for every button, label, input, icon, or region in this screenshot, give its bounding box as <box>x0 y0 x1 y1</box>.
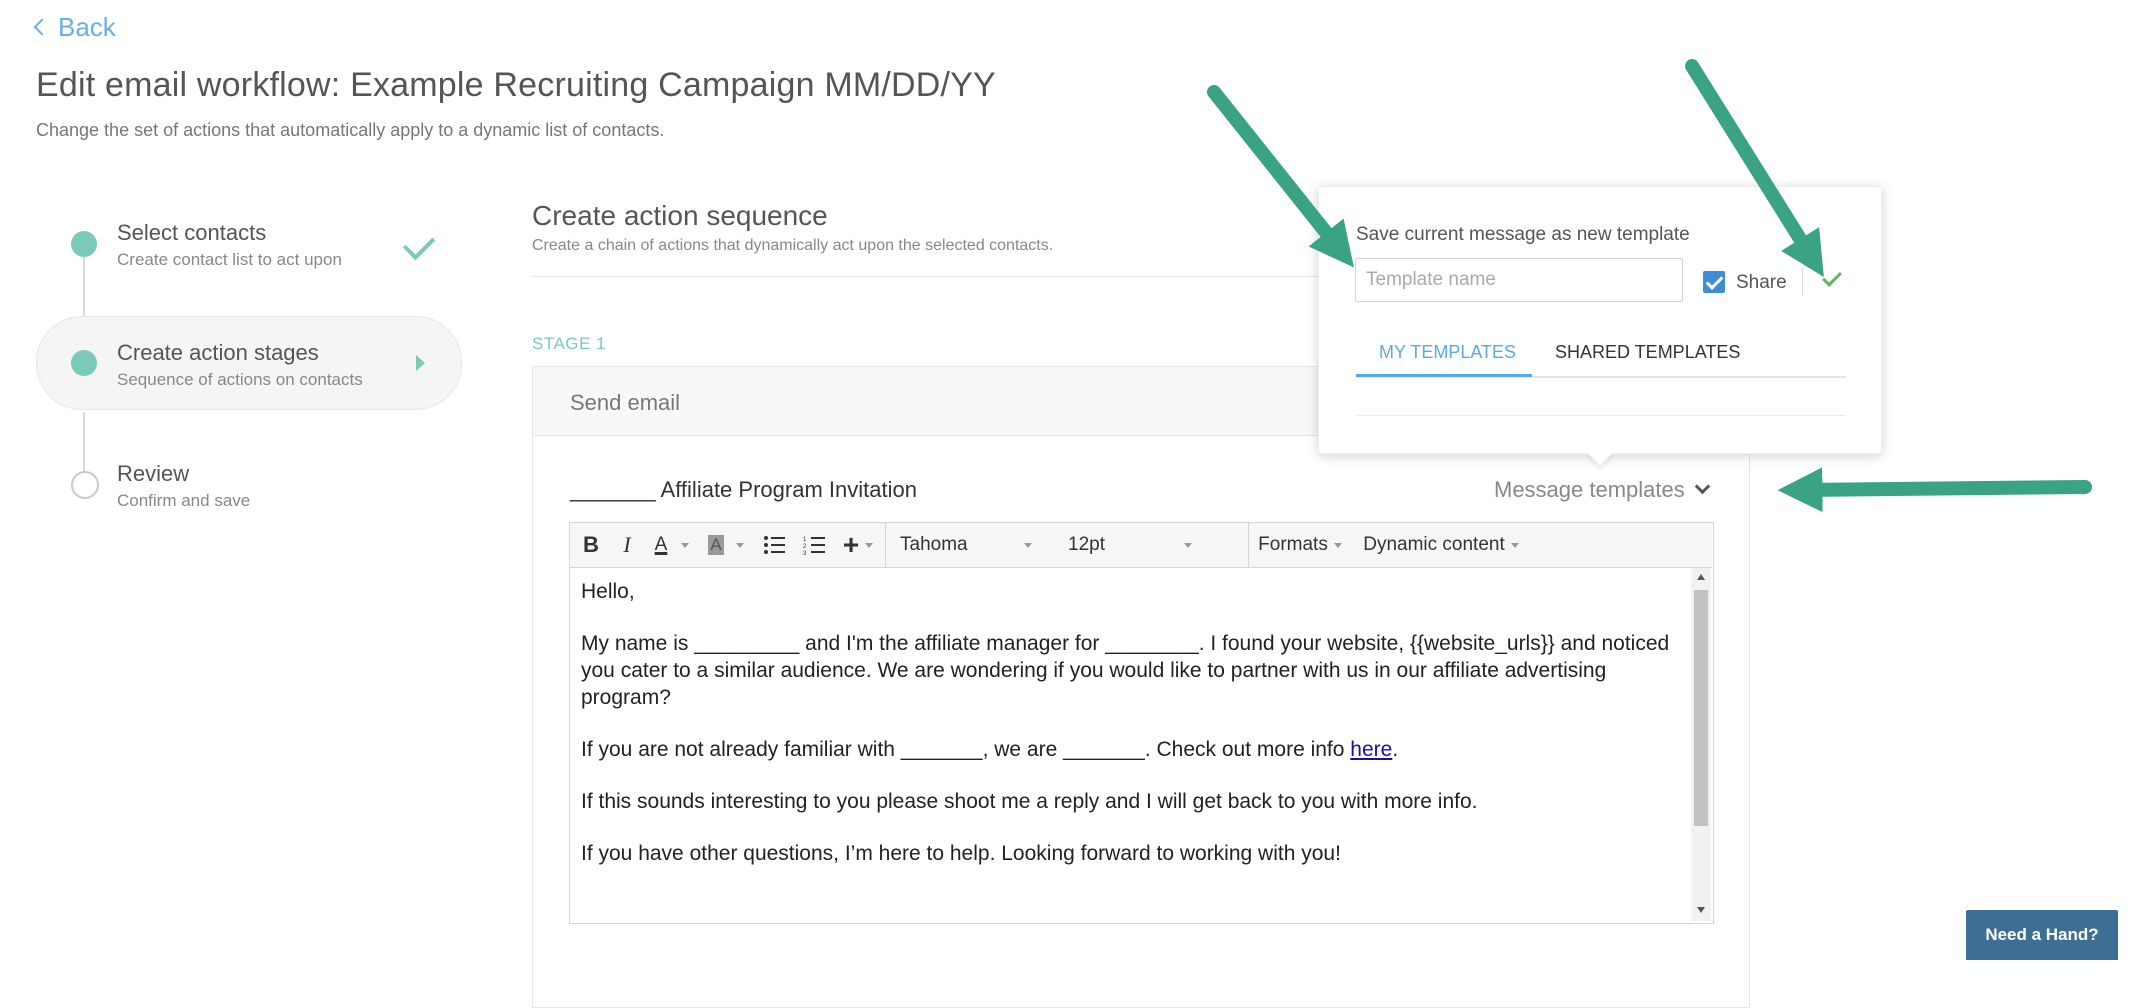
annotation-arrow <box>1777 467 2092 513</box>
annotation-arrows <box>1207 59 2092 513</box>
annotation-arrow <box>1207 85 1354 268</box>
annotation-arrow <box>1685 59 1824 277</box>
